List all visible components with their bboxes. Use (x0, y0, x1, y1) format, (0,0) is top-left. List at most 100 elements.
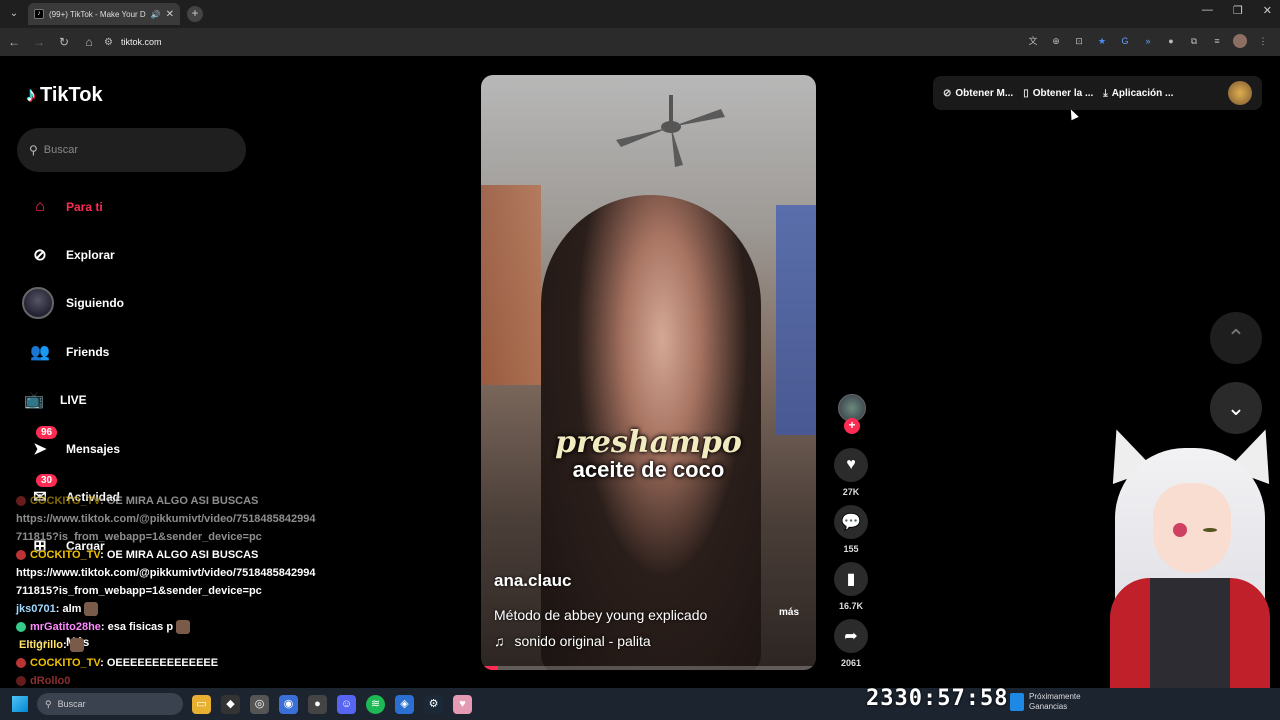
close-tab-icon[interactable]: ✕ (166, 9, 174, 20)
share-arrow-icon[interactable]: ➦ (834, 619, 868, 653)
translator-extension-icon[interactable]: G (1118, 34, 1132, 48)
top-links-bar: ⊘ Obtener M... ▯ Obtener la ... ⤓ Aplicació… (933, 76, 1262, 110)
heart-icon[interactable]: ♥ (834, 448, 868, 482)
chat-username: Eltigrillo (19, 639, 63, 651)
nav-messages[interactable]: ➤ 96 Mensajes (26, 426, 120, 463)
discord-icon[interactable]: ☺ (337, 695, 356, 714)
get-coins-link[interactable]: ⊘ Obtener M... (943, 88, 1013, 99)
user-avatar[interactable] (1228, 81, 1252, 105)
tab-title: (99+) TikTok - Make Your Day (49, 9, 146, 19)
app-icon[interactable]: ◆ (221, 695, 240, 714)
audio-extension-icon[interactable]: » (1141, 34, 1155, 48)
install-icon[interactable]: ⊡ (1072, 34, 1086, 48)
video-progress-bar[interactable] (481, 666, 816, 670)
file-explorer-icon[interactable]: ▭ (192, 695, 211, 714)
music-title: sonido original - palita (514, 633, 651, 649)
profile-avatar-icon[interactable] (1233, 34, 1247, 48)
home-icon[interactable]: ⌂ (78, 31, 100, 53)
site-info-icon[interactable]: ⚙ (104, 37, 113, 48)
zoom-icon[interactable]: ⊕ (1049, 34, 1063, 48)
reading-list-icon[interactable]: ≡ (1210, 34, 1224, 48)
save-action[interactable]: ▮ 16.7K (833, 562, 869, 611)
chat-username: jks0701 (16, 603, 56, 615)
search-icon: ⚲ (29, 143, 38, 157)
chat-line: COCKITO_TV: OE MIRA ALGO ASI BUSCAS (16, 492, 346, 510)
nav-following[interactable]: Siguiendo (22, 287, 124, 319)
app-icon[interactable]: ♥ (453, 695, 472, 714)
taskbar-search-label: Buscar (57, 699, 86, 709)
compass-icon: ⊘ (33, 247, 47, 264)
extensions-puzzle-icon[interactable]: ⧉ (1187, 34, 1201, 48)
chat-username: COCKITO_TV (30, 495, 101, 507)
tab-search-icon[interactable]: ⌄ (6, 6, 22, 22)
nav-live-label: LIVE (60, 393, 87, 407)
emote-icon (69, 638, 84, 653)
description-more-button[interactable]: más (779, 607, 799, 618)
tiktok-logo[interactable]: ♪ TikTok (26, 84, 103, 107)
forward-icon[interactable]: → (28, 31, 50, 53)
browser-menu-icon[interactable]: ⋮ (1256, 34, 1270, 48)
window-controls: — ❐ ✕ (1202, 4, 1272, 17)
app-icon[interactable]: ◈ (395, 695, 414, 714)
nav-friends[interactable]: 👥 Friends (26, 338, 109, 366)
video-description: Método de abbey young explicado (494, 607, 708, 623)
search-input[interactable] (43, 144, 224, 156)
chat-message: : OEEEEEEEEEEEEEE (100, 657, 219, 669)
windows-start-icon[interactable] (12, 696, 28, 712)
user-badge-icon (16, 622, 26, 633)
close-window-icon[interactable]: ✕ (1263, 4, 1272, 17)
tiktok-page: ♪ TikTok ⚲ ⌂ Para ti ⊘ Explorar Siguiend… (0, 56, 1280, 688)
nav-explore[interactable]: ⊘ Explorar (26, 241, 115, 269)
earnings-widget[interactable]: Próximamente Ganancias (1010, 692, 1081, 712)
video-scene-right-wall (776, 205, 816, 435)
chrome-icon[interactable]: ◉ (279, 695, 298, 714)
video-player[interactable]: preshampo aceite de coco ana.clauc Métod… (481, 75, 816, 670)
previous-video-button[interactable]: ⌃ (1210, 312, 1262, 364)
steam-icon[interactable]: ⚙ (424, 695, 443, 714)
get-app-link[interactable]: ▯ Obtener la ... (1023, 88, 1093, 99)
follow-plus-button[interactable]: + (844, 418, 860, 434)
get-coins-label: Obtener M... (955, 87, 1014, 99)
spotify-icon[interactable]: ≋ (366, 695, 385, 714)
nav-for-you-label: Para ti (66, 200, 103, 214)
address-bar[interactable]: ⚙ tiktok.com (104, 32, 999, 52)
minimize-icon[interactable]: — (1202, 4, 1213, 17)
logo-text: TikTok (40, 84, 103, 106)
comment-icon[interactable]: 💬 (834, 505, 868, 539)
extension-icons: 文 ⊕ ⊡ ★ G » ● ⧉ ≡ ⋮ (1026, 34, 1270, 48)
desktop-app-link[interactable]: ⤓ Aplicación ... (1103, 88, 1173, 99)
reload-icon[interactable]: ↻ (53, 31, 75, 53)
honey-extension-icon[interactable]: ● (1164, 34, 1178, 48)
nav-live[interactable]: 📺 LIVE (20, 386, 87, 414)
share-action[interactable]: ➦ 2061 (833, 619, 869, 668)
browser-tab[interactable]: ♪ (99+) TikTok - Make Your Day 🔊 ✕ (28, 3, 180, 25)
video-author[interactable]: ana.clauc (494, 571, 572, 591)
taskbar-search[interactable]: ⚲ Buscar (37, 693, 183, 715)
back-icon[interactable]: ← (3, 31, 25, 53)
vtuber-eye-right (1203, 528, 1217, 532)
translate-icon[interactable]: 文 (1026, 34, 1040, 48)
tiktok-note-icon: ♪ (26, 84, 36, 106)
obs-icon[interactable]: ● (308, 695, 327, 714)
chat-username: dRollo0 (30, 675, 71, 687)
chat-line: 711815?is_from_webapp=1&sender_device=pc (16, 585, 262, 597)
like-action[interactable]: ♥ 27K (833, 448, 869, 497)
new-tab-button[interactable]: + (187, 6, 203, 22)
speaker-icon[interactable]: 🔊 (151, 10, 161, 19)
chat-username: COCKITO_TV (30, 657, 101, 669)
bookmark-star-icon[interactable]: ★ (1095, 34, 1109, 48)
chat-username: COCKITO_TV (30, 549, 101, 561)
nav-explore-label: Explorar (66, 248, 115, 262)
video-music[interactable]: ♫ sonido original - palita (494, 633, 651, 649)
bookmark-icon[interactable]: ▮ (834, 562, 868, 596)
comment-action[interactable]: 💬 155 (833, 505, 869, 554)
vtuber-eye-left (1173, 523, 1187, 537)
user-badge-icon (16, 550, 26, 561)
browser-toolbar: ← → ↻ ⌂ ⚙ tiktok.com 文 ⊕ ⊡ ★ G » ● ⧉ ≡ ⋮ (0, 28, 1280, 56)
chat-line: jks0701: alm (16, 600, 346, 618)
chat-line: Eltigrillo: (16, 636, 346, 654)
overwatch-icon[interactable]: ◎ (250, 695, 269, 714)
restore-icon[interactable]: ❐ (1233, 4, 1243, 17)
nav-for-you[interactable]: ⌂ Para ti (26, 193, 103, 221)
search-box[interactable]: ⚲ (17, 128, 246, 172)
